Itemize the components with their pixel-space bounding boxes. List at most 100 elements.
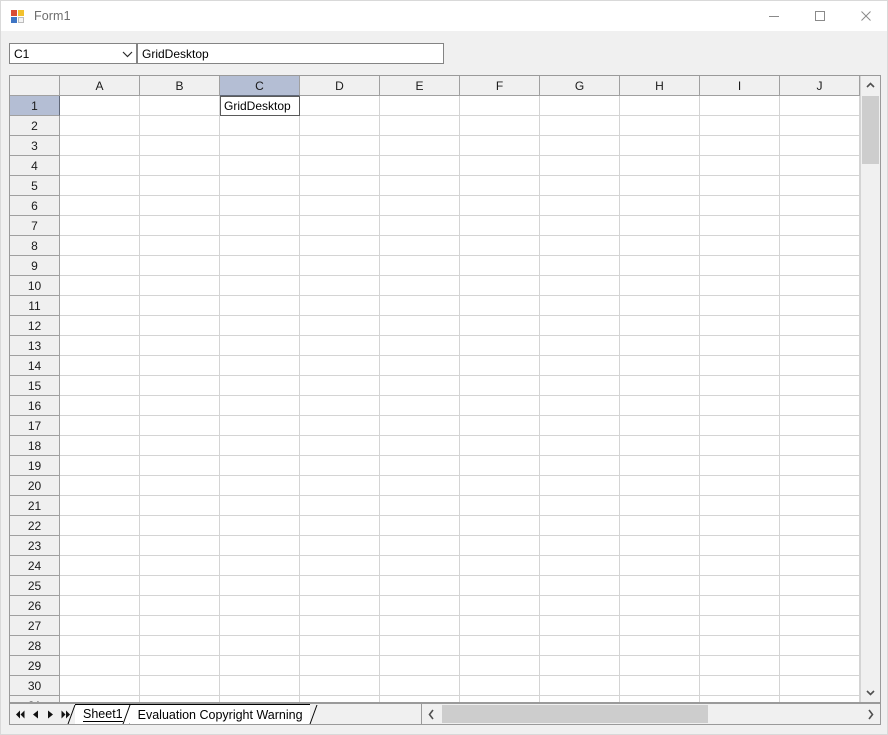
close-button[interactable]	[843, 1, 887, 31]
cell-g22[interactable]	[540, 516, 620, 536]
cell-a26[interactable]	[60, 596, 140, 616]
cell-c6[interactable]	[220, 196, 300, 216]
cell-h30[interactable]	[620, 676, 700, 696]
row-header-13[interactable]: 13	[10, 336, 60, 356]
cell-a23[interactable]	[60, 536, 140, 556]
chevron-right-icon[interactable]	[861, 704, 880, 724]
cell-j31[interactable]	[780, 696, 860, 702]
chevron-left-icon[interactable]	[422, 704, 441, 724]
cell-a8[interactable]	[60, 236, 140, 256]
cell-h8[interactable]	[620, 236, 700, 256]
cell-e16[interactable]	[380, 396, 460, 416]
cell-h2[interactable]	[620, 116, 700, 136]
cell-c25[interactable]	[220, 576, 300, 596]
cell-g27[interactable]	[540, 616, 620, 636]
cell-h28[interactable]	[620, 636, 700, 656]
cell-g19[interactable]	[540, 456, 620, 476]
cell-f7[interactable]	[460, 216, 540, 236]
cell-f28[interactable]	[460, 636, 540, 656]
cell-h13[interactable]	[620, 336, 700, 356]
name-box[interactable]: C1	[9, 43, 137, 64]
cell-c21[interactable]	[220, 496, 300, 516]
cell-g2[interactable]	[540, 116, 620, 136]
cell-e25[interactable]	[380, 576, 460, 596]
cell-d15[interactable]	[300, 376, 380, 396]
cell-h14[interactable]	[620, 356, 700, 376]
cell-a19[interactable]	[60, 456, 140, 476]
cell-f22[interactable]	[460, 516, 540, 536]
row-header-10[interactable]: 10	[10, 276, 60, 296]
cell-d23[interactable]	[300, 536, 380, 556]
cell-e7[interactable]	[380, 216, 460, 236]
cell-j15[interactable]	[780, 376, 860, 396]
sheet-tab-2[interactable]: Evaluation Copyright Warning	[129, 704, 310, 724]
cell-h17[interactable]	[620, 416, 700, 436]
cell-d18[interactable]	[300, 436, 380, 456]
cell-i11[interactable]	[700, 296, 780, 316]
cell-c28[interactable]	[220, 636, 300, 656]
column-header-g[interactable]: G	[540, 76, 620, 96]
cell-c26[interactable]	[220, 596, 300, 616]
cell-d1[interactable]	[300, 96, 380, 116]
cell-i19[interactable]	[700, 456, 780, 476]
cell-j11[interactable]	[780, 296, 860, 316]
cell-i1[interactable]	[700, 96, 780, 116]
cell-a24[interactable]	[60, 556, 140, 576]
cell-e28[interactable]	[380, 636, 460, 656]
cell-i8[interactable]	[700, 236, 780, 256]
cell-d26[interactable]	[300, 596, 380, 616]
cell-i2[interactable]	[700, 116, 780, 136]
cell-c19[interactable]	[220, 456, 300, 476]
cell-j7[interactable]	[780, 216, 860, 236]
cell-a21[interactable]	[60, 496, 140, 516]
cell-e13[interactable]	[380, 336, 460, 356]
row-header-16[interactable]: 16	[10, 396, 60, 416]
chevron-down-icon[interactable]	[861, 683, 880, 702]
cell-c5[interactable]	[220, 176, 300, 196]
cell-f19[interactable]	[460, 456, 540, 476]
cell-i17[interactable]	[700, 416, 780, 436]
cell-j2[interactable]	[780, 116, 860, 136]
cell-a16[interactable]	[60, 396, 140, 416]
cell-h25[interactable]	[620, 576, 700, 596]
cell-b24[interactable]	[140, 556, 220, 576]
cell-b4[interactable]	[140, 156, 220, 176]
cell-i7[interactable]	[700, 216, 780, 236]
cell-d19[interactable]	[300, 456, 380, 476]
cell-j25[interactable]	[780, 576, 860, 596]
row-header-22[interactable]: 22	[10, 516, 60, 536]
cell-f30[interactable]	[460, 676, 540, 696]
cell-i18[interactable]	[700, 436, 780, 456]
cell-d10[interactable]	[300, 276, 380, 296]
cell-h21[interactable]	[620, 496, 700, 516]
cell-j28[interactable]	[780, 636, 860, 656]
cell-f4[interactable]	[460, 156, 540, 176]
first-icon[interactable]	[13, 706, 28, 722]
chevron-up-icon[interactable]	[861, 76, 880, 95]
cell-d25[interactable]	[300, 576, 380, 596]
row-header-30[interactable]: 30	[10, 676, 60, 696]
cell-d7[interactable]	[300, 216, 380, 236]
cell-i4[interactable]	[700, 156, 780, 176]
cell-g20[interactable]	[540, 476, 620, 496]
cell-c17[interactable]	[220, 416, 300, 436]
cell-b19[interactable]	[140, 456, 220, 476]
cell-c1[interactable]: GridDesktop	[220, 96, 300, 116]
cell-i13[interactable]	[700, 336, 780, 356]
row-header-25[interactable]: 25	[10, 576, 60, 596]
cell-i10[interactable]	[700, 276, 780, 296]
cell-h16[interactable]	[620, 396, 700, 416]
row-header-1[interactable]: 1	[10, 96, 60, 116]
cell-g17[interactable]	[540, 416, 620, 436]
cell-c23[interactable]	[220, 536, 300, 556]
cell-f16[interactable]	[460, 396, 540, 416]
cell-j17[interactable]	[780, 416, 860, 436]
cell-i24[interactable]	[700, 556, 780, 576]
cell-j24[interactable]	[780, 556, 860, 576]
cell-f13[interactable]	[460, 336, 540, 356]
cell-g5[interactable]	[540, 176, 620, 196]
cell-b11[interactable]	[140, 296, 220, 316]
cell-d30[interactable]	[300, 676, 380, 696]
cell-a15[interactable]	[60, 376, 140, 396]
cell-a17[interactable]	[60, 416, 140, 436]
